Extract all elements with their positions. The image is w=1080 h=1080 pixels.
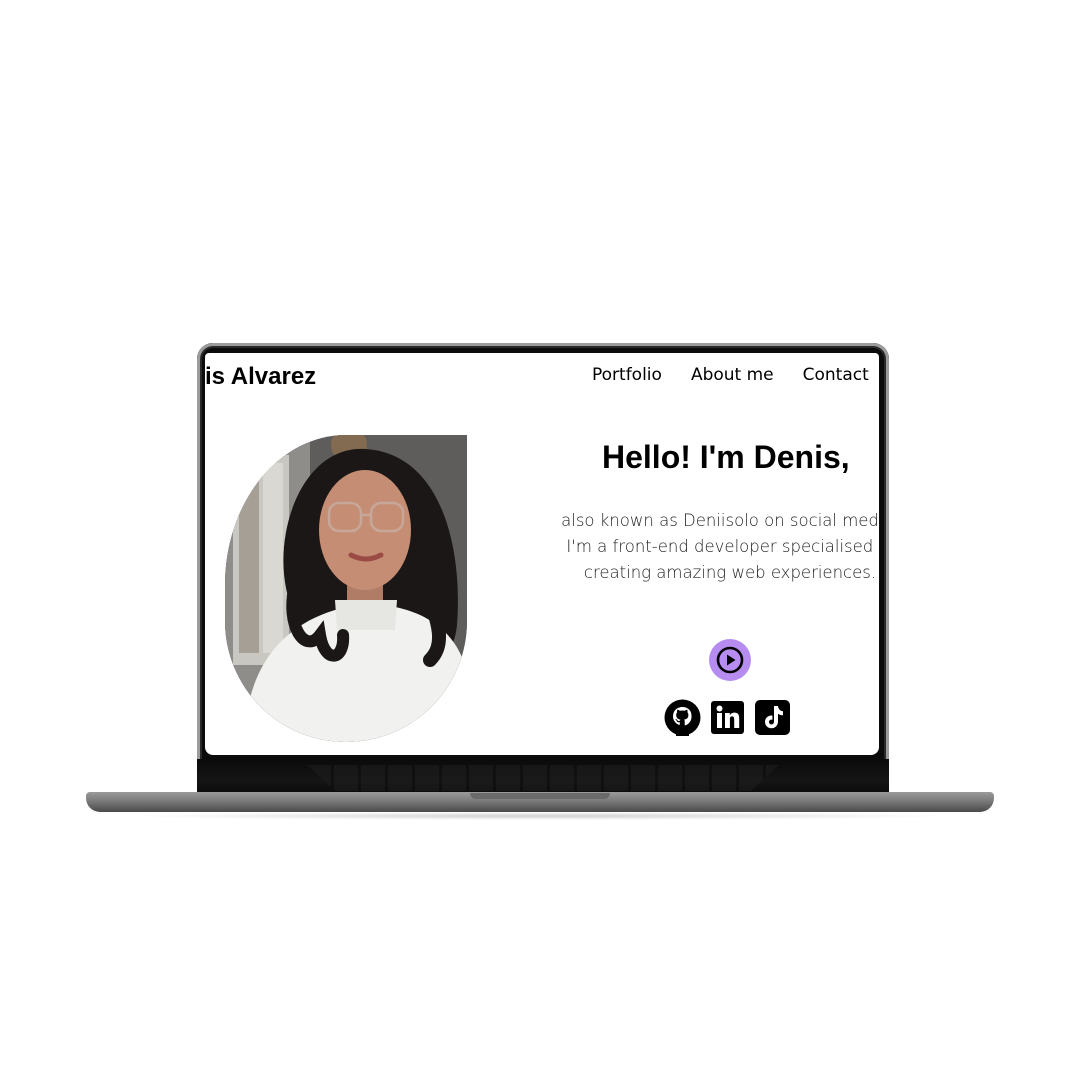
laptop-base-notch [470, 793, 610, 799]
tiktok-icon[interactable] [754, 699, 791, 736]
profile-photo [225, 435, 467, 742]
nav-item-contact[interactable]: Contact [803, 365, 869, 385]
device-mockup: enis Alvarez Portfolio About me Contact [0, 0, 1080, 1080]
play-circle-icon [716, 646, 744, 674]
laptop-shadow [120, 812, 960, 820]
main-nav: Portfolio About me Contact [592, 365, 869, 385]
social-links [664, 699, 791, 736]
play-button[interactable] [709, 639, 751, 681]
keyboard-reflection [197, 759, 889, 795]
nav-item-about-me[interactable]: About me [691, 365, 774, 385]
browser-screen: enis Alvarez Portfolio About me Contact [205, 353, 879, 755]
github-icon[interactable] [664, 699, 701, 736]
site-brand[interactable]: enis Alvarez [205, 363, 316, 391]
hero-description: also known as Deniisolo on social media.… [561, 511, 879, 582]
laptop-lid: enis Alvarez Portfolio About me Contact [197, 343, 889, 795]
hero-title: Hello! I'm Denis, [602, 439, 850, 475]
linkedin-icon[interactable] [709, 699, 746, 736]
nav-item-portfolio[interactable]: Portfolio [592, 365, 662, 385]
